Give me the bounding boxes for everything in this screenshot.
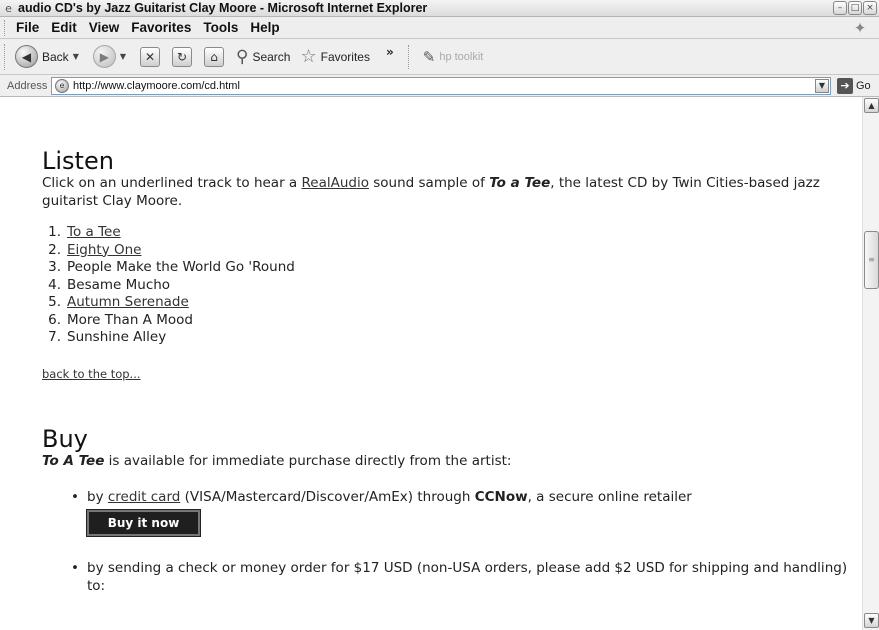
album-title: To a Tee [489, 175, 551, 191]
scrollbar-grip-icon: ≡ [868, 255, 875, 264]
favorites-button[interactable]: ☆ Favorites [300, 46, 370, 67]
menu-edit[interactable]: Edit [51, 20, 77, 35]
address-field[interactable]: e ▼ [51, 77, 831, 95]
refresh-icon[interactable]: ↻ [172, 46, 192, 67]
track-number: 4. [48, 276, 61, 293]
track-number: 3. [48, 259, 61, 275]
track-number: 6. [48, 311, 61, 328]
search-label: Search [252, 49, 291, 64]
address-bar: Address e ▼ ➔ Go [0, 75, 879, 97]
back-to-top-link[interactable]: back to the top... [42, 367, 141, 381]
track-item: 4. Besame Mucho [42, 277, 852, 295]
track-title: Sunshine Alley [67, 329, 167, 345]
purchase-option-credit-card: by credit card (VISA/Mastercard/Discover… [71, 489, 852, 537]
back-label: Back [42, 49, 69, 64]
scroll-up-icon[interactable]: ▲ [864, 98, 879, 113]
track-number: 7. [48, 329, 61, 345]
track-list: 1. To a Tee 2. Eighty One 3. People Make th… [42, 224, 852, 347]
favorites-star-icon: ☆ [300, 46, 317, 67]
menu-tools[interactable]: Tools [203, 20, 238, 35]
menu-file[interactable]: File [16, 20, 39, 35]
listen-intro-text: sound sample of [368, 175, 490, 191]
ie-icon: e [5, 1, 12, 15]
address-dropdown-icon[interactable]: ▼ [815, 79, 829, 93]
track-title: People Make the World Go 'Round [67, 259, 295, 275]
track-link[interactable]: To a Tee [67, 224, 121, 242]
page-viewport: Listen Click on an underlined track to h… [0, 97, 862, 630]
hp-toolkit-icon: ✎ [422, 47, 436, 66]
realaudio-link[interactable]: RealAudio [301, 175, 368, 191]
credit-card-link[interactable]: credit card [108, 489, 180, 505]
track-item: 6. More Than A Mood [42, 312, 852, 330]
buy-intro: To A Tee is available for immediate purc… [42, 453, 852, 471]
buy-heading: Buy [42, 425, 88, 453]
menu-bar: File Edit View Favorites Tools Help ✦ [0, 17, 879, 39]
go-button[interactable]: ➔ Go [837, 78, 871, 94]
menu-view[interactable]: View [89, 20, 120, 35]
option-text: by sending a check or money order for $1… [87, 560, 848, 594]
forward-dropdown-icon[interactable]: ▼ [120, 52, 126, 61]
track-link[interactable]: Eighty One [67, 242, 141, 260]
go-arrow-icon: ➔ [837, 78, 853, 94]
buy-album-title: To A Tee [42, 453, 105, 469]
maximize-button[interactable]: □ [848, 1, 862, 15]
track-item: 5. Autumn Serenade [42, 294, 852, 312]
address-input[interactable] [73, 79, 813, 93]
toolbar-overflow-chevron[interactable]: » [386, 45, 394, 59]
menubar-grip[interactable] [4, 19, 7, 36]
address-label: Address [7, 79, 48, 92]
track-item: 1. To a Tee [42, 224, 852, 242]
option-text: , a secure online retailer [527, 488, 692, 505]
track-title: More Than A Mood [67, 311, 193, 328]
page-content: Listen Click on an underlined track to h… [42, 97, 852, 595]
buy-it-now-button[interactable]: Buy it now [86, 509, 201, 537]
buy-intro-text: is available for immediate purchase dire… [104, 453, 512, 469]
hp-toolkit-label: hp toolkit [439, 50, 484, 63]
forward-arrow-icon: ▶ [92, 45, 116, 68]
track-number: 1. [48, 224, 61, 240]
track-item: 3. People Make the World Go 'Round [42, 259, 852, 277]
search-icon: ⚲ [236, 46, 249, 67]
listen-intro-text: Click on an underlined track to hear a [42, 175, 302, 191]
listen-intro: Click on an underlined track to hear a R… [42, 175, 852, 210]
window-titlebar: e audio CD's by Jazz Guitarist Clay Moor… [0, 0, 879, 17]
scroll-down-icon[interactable]: ▼ [864, 613, 879, 628]
back-button[interactable]: ◀ Back ▼ [15, 45, 79, 68]
search-button[interactable]: ⚲ Search [236, 47, 290, 67]
page-favicon-icon: e [55, 79, 69, 93]
window-title: audio CD's by Jazz Guitarist Clay Moore … [18, 1, 428, 15]
favorites-label: Favorites [320, 49, 370, 64]
standard-toolbar: ◀ Back ▼ ▶ ▼ ✕ ↻ ⌂ ⚲ Search ☆ Favorites … [0, 39, 879, 75]
home-icon[interactable]: ⌂ [204, 46, 224, 67]
forward-button[interactable]: ▶ ▼ [92, 45, 126, 68]
back-arrow-icon: ◀ [15, 45, 38, 68]
menu-favorites[interactable]: Favorites [131, 20, 191, 35]
option-text: (VISA/Mastercard/Discover/AmEx) through [180, 488, 475, 505]
track-title: Besame Mucho [67, 276, 171, 293]
toolbar-separator [407, 44, 409, 69]
hp-toolkit-button[interactable]: ✎ hp toolkit [423, 48, 484, 66]
window-controls: – □ × [833, 1, 877, 15]
purchase-option-check: by sending a check or money order for $1… [71, 560, 852, 595]
track-number: 5. [48, 294, 61, 310]
toolbar-grip[interactable] [4, 43, 7, 70]
minimize-button[interactable]: – [833, 1, 847, 15]
scrollbar-thumb[interactable]: ≡ [864, 231, 879, 289]
go-label: Go [856, 80, 871, 92]
ccnow-vendor: CCNow [474, 488, 528, 505]
close-button[interactable]: × [863, 1, 877, 15]
stop-icon[interactable]: ✕ [140, 46, 160, 67]
back-dropdown-icon[interactable]: ▼ [73, 52, 79, 61]
menu-help[interactable]: Help [250, 20, 279, 35]
track-link[interactable]: Autumn Serenade [67, 294, 189, 312]
track-item: 7. Sunshine Alley [42, 329, 852, 347]
windows-logo-icon: ✦ [853, 19, 867, 37]
listen-heading: Listen [42, 147, 114, 175]
purchase-options: by credit card (VISA/Mastercard/Discover… [71, 489, 852, 596]
vertical-scrollbar[interactable]: ▲ ≡ ▼ [862, 97, 879, 630]
track-item: 2. Eighty One [42, 242, 852, 260]
track-number: 2. [48, 241, 61, 258]
option-text: by [87, 488, 108, 505]
